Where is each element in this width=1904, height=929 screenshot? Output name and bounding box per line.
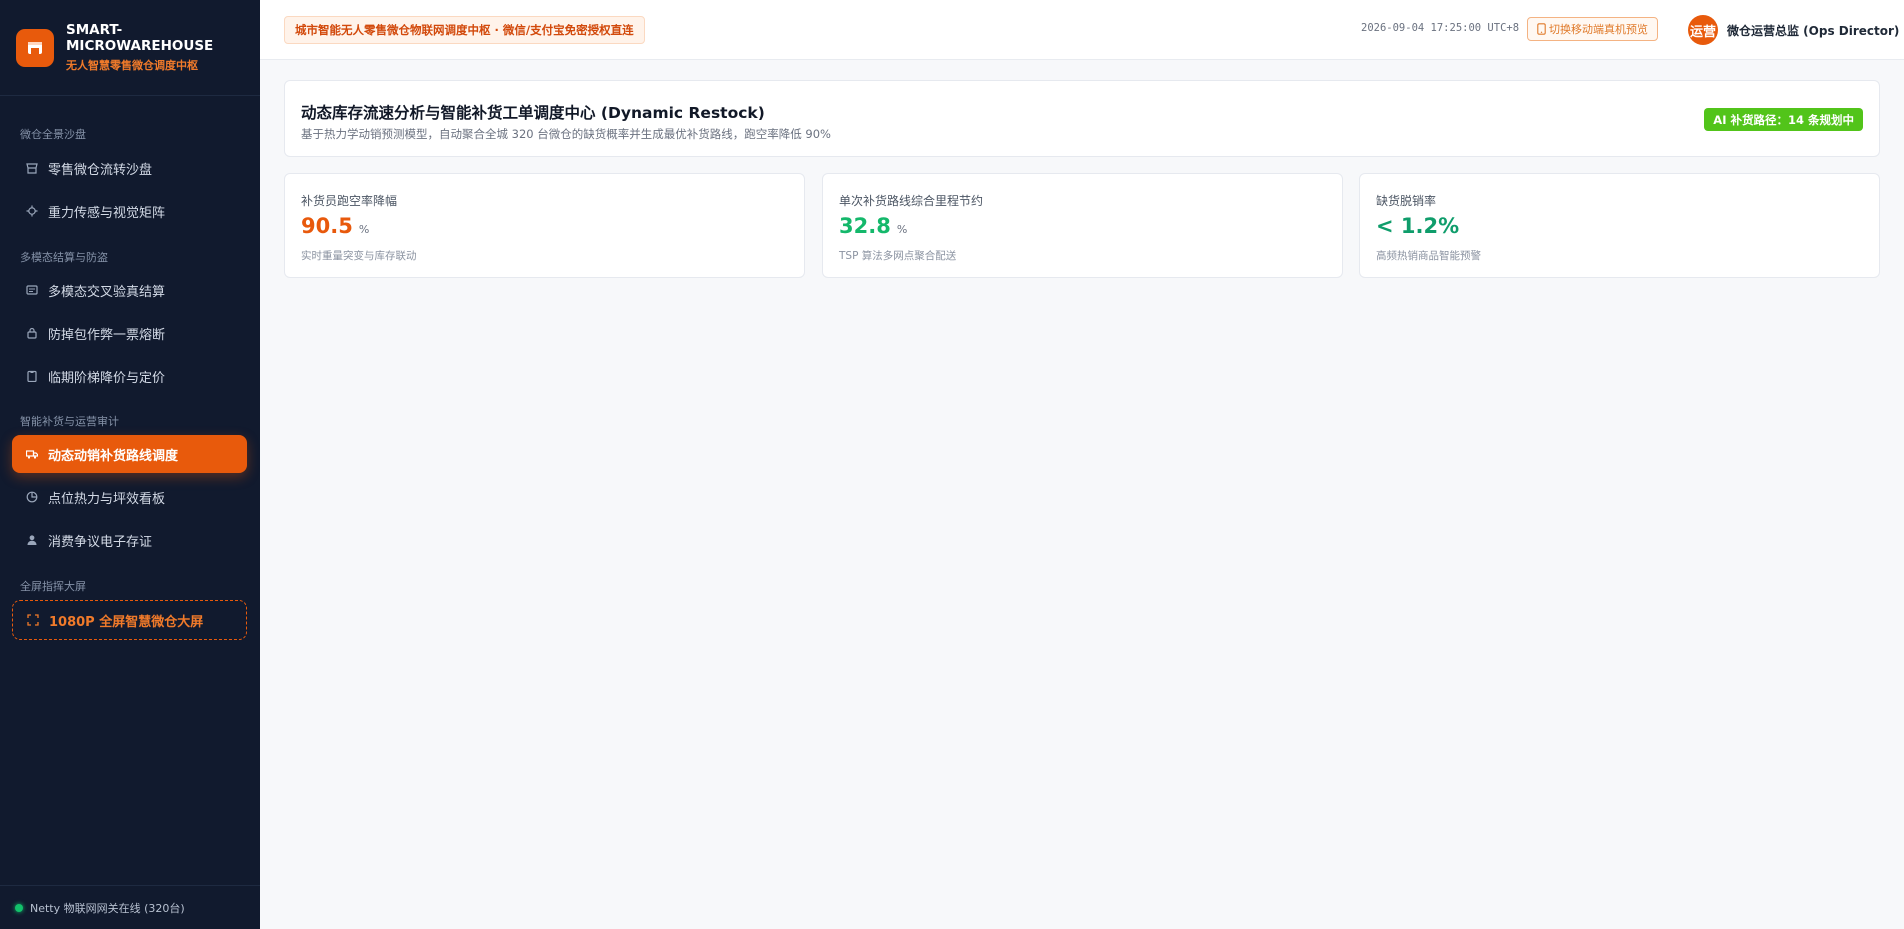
kpi-value-number: 32.8 (839, 214, 891, 238)
user-icon (26, 534, 38, 546)
sidebar-item-label: 临期阶梯降价与定价 (48, 370, 166, 386)
sidebar-item-sensor-matrix[interactable]: 重力传感与视觉矩阵 (12, 192, 247, 230)
nav-group-title: 智能补货与运营审计 (20, 415, 119, 428)
kpi-value: 32.8% (839, 214, 907, 238)
restock-header-card: 动态库存流速分析与智能补货工单调度中心 (Dynamic Restock) 基于… (284, 80, 1880, 157)
ai-route-status-badge: AI 补货路径：14 条规划中 (1704, 108, 1863, 131)
brand-subtitle: 无人智慧零售微仓调度中枢 (66, 59, 198, 72)
truck-icon (26, 448, 38, 460)
gateway-status: Netty 物联网网关在线 (320台) (0, 885, 260, 929)
nav-group-title: 全屏指挥大屏 (20, 580, 86, 593)
sidebar-item-label: 重力传感与视觉矩阵 (48, 205, 166, 221)
clipboard-icon (26, 370, 38, 382)
sidebar-item-expiry-pricing[interactable]: 临期阶梯降价与定价 (12, 357, 247, 395)
sidebar-item-label: 防掉包作弊一票熔断 (48, 327, 166, 343)
mobile-preview-label: 切换移动端真机预览 (1549, 23, 1648, 36)
verify-icon (26, 284, 38, 296)
sidebar-item-label: 点位热力与坪效看板 (48, 491, 166, 507)
brand: SMART- MICROWAREHOUSE 无人智慧零售微仓调度中枢 (0, 0, 260, 96)
sidebar-item-label: 1080P 全屏智慧微仓大屏 (49, 614, 204, 630)
gateway-status-text: Netty 物联网网关在线 (320台) (30, 901, 185, 915)
kpi-card-mileage-saving: 单次补货路线综合里程节约 32.8% TSP 算法多网点聚合配送 (822, 173, 1343, 278)
sidebar-item-label: 多模态交叉验真结算 (48, 284, 166, 300)
avatar[interactable]: 运营 (1688, 15, 1718, 45)
pie-chart-icon (26, 491, 38, 503)
page-title: 动态库存流速分析与智能补货工单调度中心 (Dynamic Restock) (301, 104, 765, 122)
nav-group-title: 微仓全景沙盘 (20, 128, 86, 141)
kpi-value: < 1.2% (1376, 214, 1459, 238)
kpi-unit: % (896, 223, 908, 236)
sidebar-item-restock-routing[interactable]: 动态动销补货路线调度 (12, 435, 247, 473)
sidebar: SMART- MICROWAREHOUSE 无人智慧零售微仓调度中枢 微仓全景沙… (0, 0, 260, 929)
sidebar-item-anti-fraud[interactable]: 防掉包作弊一票熔断 (12, 314, 247, 352)
system-notice-banner: 城市智能无人零售微仓物联网调度中枢 · 微信/支付宝免密授权直连 (284, 16, 645, 44)
sidebar-item-multimodal-settlement[interactable]: 多模态交叉验真结算 (12, 271, 247, 309)
brand-title-line2: MICROWAREHOUSE (66, 38, 214, 54)
sidebar-item-heatmap-dashboard[interactable]: 点位热力与坪效看板 (12, 478, 247, 516)
online-status-dot-icon (15, 903, 23, 912)
phone-icon (1537, 23, 1546, 35)
page-subtitle: 基于热力学动销预测模型，自动聚合全城 320 台微仓的缺货概率并生成最优补货路线… (301, 127, 831, 141)
kpi-note: TSP 算法多网点聚合配送 (839, 250, 957, 262)
sidebar-item-label: 消费争议电子存证 (48, 534, 153, 550)
store-logo-icon (16, 28, 54, 67)
sidebar-item-fullscreen-display[interactable]: 1080P 全屏智慧微仓大屏 (12, 600, 247, 640)
nav-group-title: 多模态结算与防盗 (20, 251, 108, 264)
mobile-preview-button[interactable]: 切换移动端真机预览 (1527, 17, 1658, 41)
user-name[interactable]: 微仓运营总监 (Ops Director) (1727, 22, 1899, 39)
kpi-card-stockout-rate: 缺货脱销率 < 1.2% 高频热销商品智能预警 (1359, 173, 1880, 278)
sidebar-item-retail-sandbox[interactable]: 零售微仓流转沙盘 (12, 149, 247, 187)
sidebar-item-label: 零售微仓流转沙盘 (48, 162, 153, 178)
kpi-note: 实时重量突变与库存联动 (301, 250, 417, 262)
kpi-card-empty-run-reduction: 补货员跑空率降幅 90.5% 实时重量突变与库存联动 (284, 173, 805, 278)
system-clock: 2026-09-04 17:25:00 UTC+8 (1361, 22, 1520, 34)
sensor-icon (26, 205, 38, 217)
kpi-value: 90.5% (301, 214, 369, 238)
lock-icon (26, 327, 38, 339)
kpi-label: 缺货脱销率 (1376, 194, 1437, 208)
fullscreen-icon (27, 614, 39, 626)
brand-title-line1: SMART- (66, 22, 123, 38)
kpi-note: 高频热销商品智能预警 (1376, 250, 1481, 262)
sidebar-item-label: 动态动销补货路线调度 (48, 448, 179, 464)
kpi-unit: % (358, 223, 370, 236)
kpi-label: 补货员跑空率降幅 (301, 194, 398, 208)
kpi-label: 单次补货路线综合里程节约 (839, 194, 984, 208)
sidebar-item-dispute-evidence[interactable]: 消费争议电子存证 (12, 521, 247, 559)
kpi-value-number: 90.5 (301, 214, 353, 238)
kpi-value-number: < 1.2% (1376, 214, 1460, 238)
topbar: 城市智能无人零售微仓物联网调度中枢 · 微信/支付宝免密授权直连 2026-09… (260, 0, 1904, 60)
store-icon (26, 162, 38, 174)
